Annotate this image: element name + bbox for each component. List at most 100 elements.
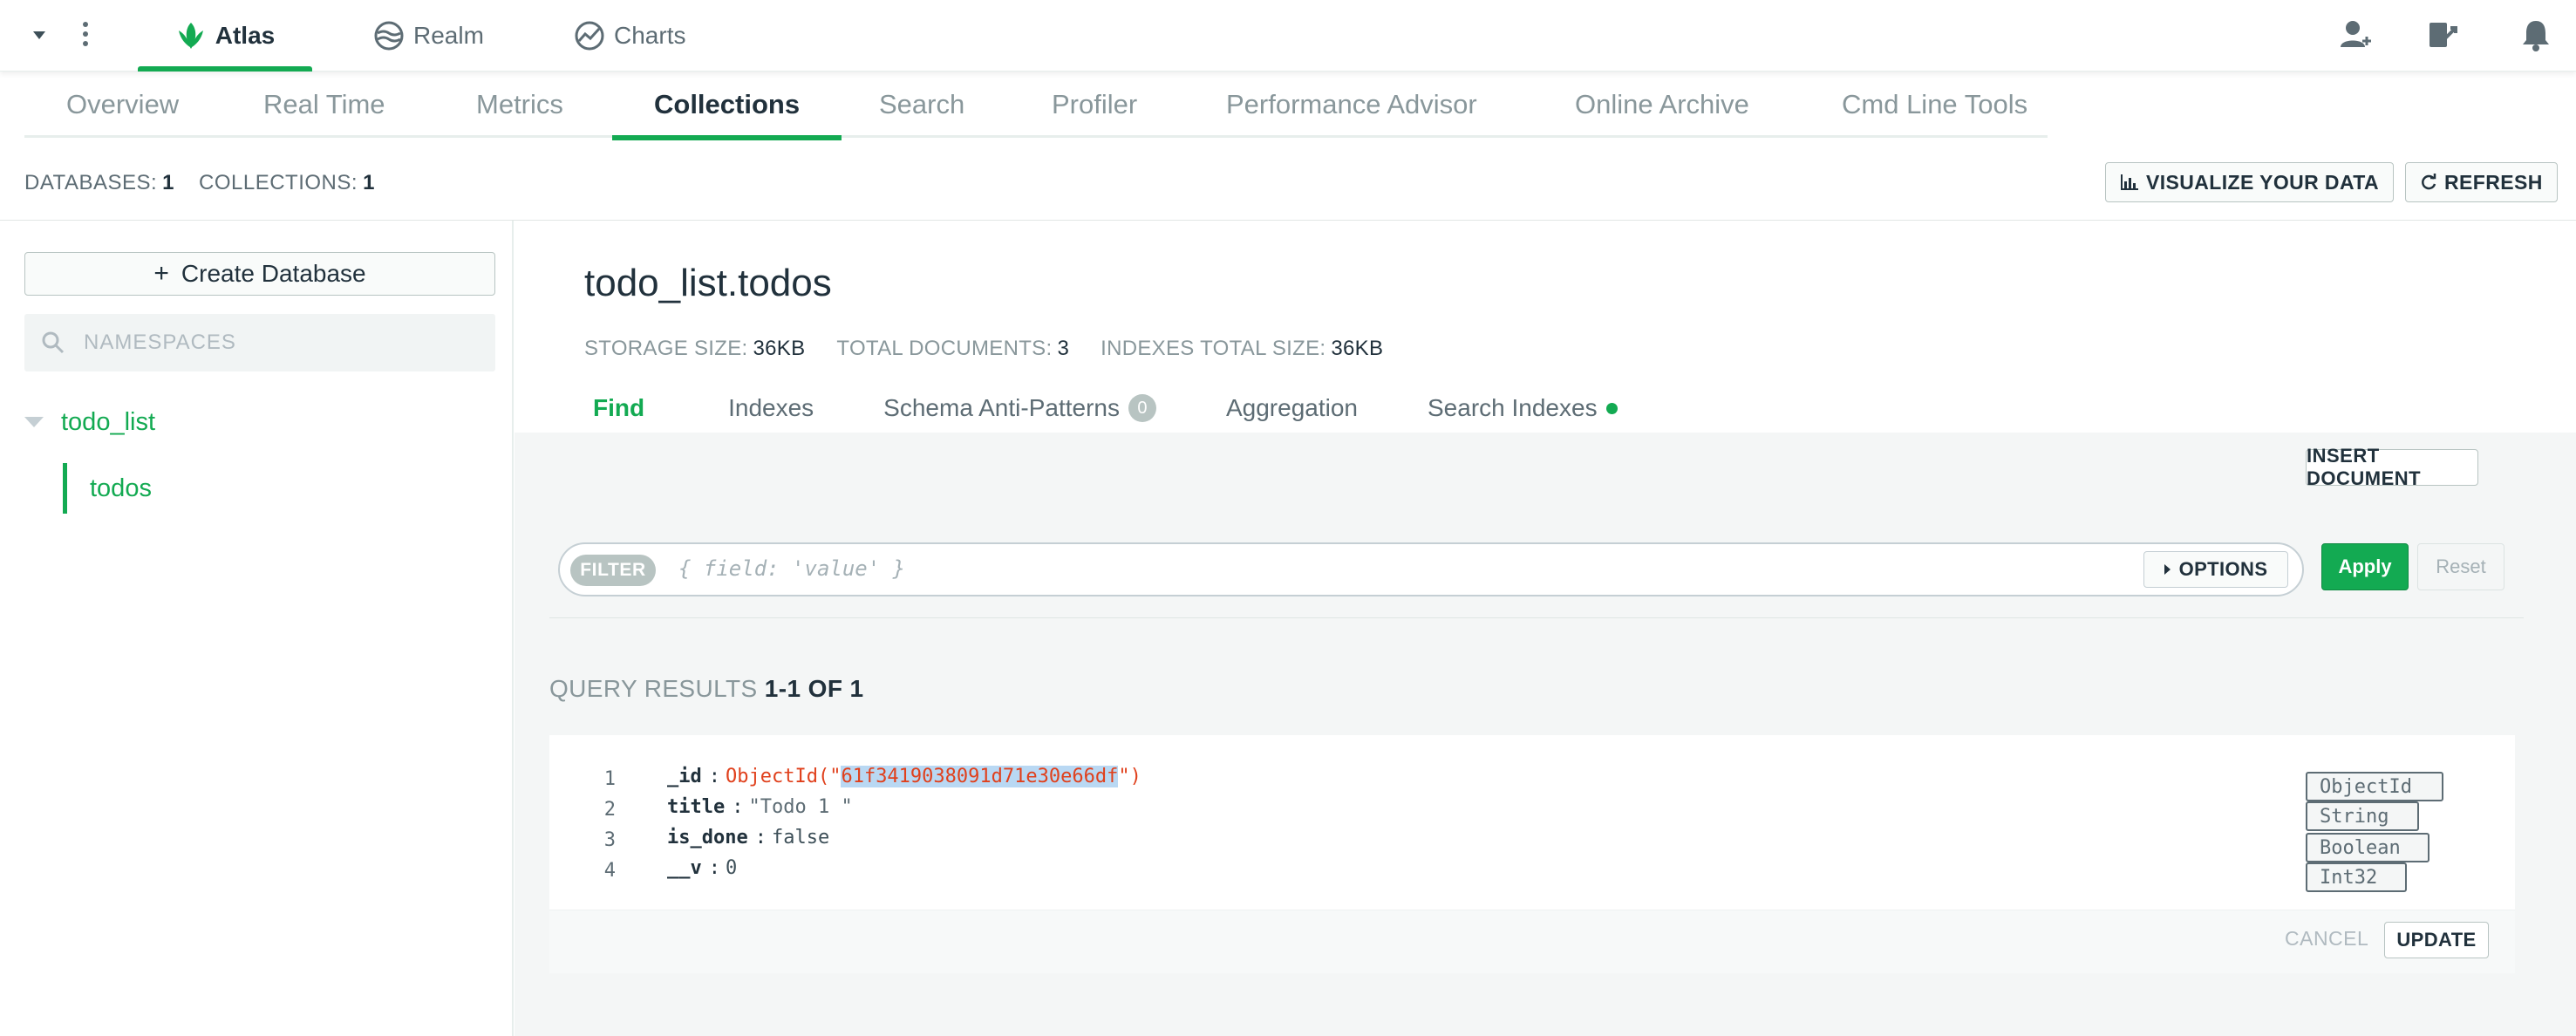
options-button[interactable]: OPTIONS — [2143, 551, 2288, 588]
field-value-string[interactable]: "Todo 1 " — [748, 796, 852, 818]
tab-search-indexes[interactable]: Search Indexes — [1393, 384, 1653, 433]
nav-profiler[interactable]: Profiler — [1010, 72, 1179, 138]
indexes-size-value: 36KB — [1331, 337, 1384, 360]
field-name[interactable]: _id — [667, 766, 702, 787]
type-select-boolean[interactable]: Boolean — [2306, 833, 2429, 862]
field-value-objectid[interactable]: ObjectId("61f3419038091d71e30e66df") — [726, 765, 1141, 787]
field-name[interactable]: title — [667, 796, 725, 818]
top-bar: Atlas Realm Charts — [0, 0, 2576, 72]
invite-user-icon[interactable] — [2337, 16, 2375, 54]
document-editor: 1 _id: ObjectId("61f3419038091d71e30e66d… — [549, 735, 2515, 910]
query-results-prefix: QUERY RESULTS — [549, 675, 758, 702]
query-results-label: QUERY RESULTS 1-1 OF 1 — [549, 675, 863, 703]
more-options-icon[interactable] — [77, 19, 94, 49]
database-item-todo-list[interactable]: todo_list — [24, 400, 155, 444]
collection-tabs: Find Indexes Schema Anti-Patterns 0 Aggr… — [558, 384, 1653, 433]
plus-icon: + — [153, 259, 169, 288]
atlas-leaf-icon — [178, 23, 203, 49]
insert-document-button[interactable]: INSERT DOCUMENT — [2306, 445, 2478, 489]
field-name[interactable]: is_done — [667, 827, 748, 849]
document-edit-footer — [549, 910, 2515, 973]
collection-stats: STORAGE SIZE: 36KB TOTAL DOCUMENTS: 3 INDEXE… — [584, 337, 1414, 361]
reset-button[interactable]: Reset — [2417, 543, 2504, 590]
namespace-search-placeholder: NAMESPACES — [84, 331, 236, 354]
realm-icon — [374, 21, 404, 51]
refresh-label: REFRESH — [2444, 170, 2543, 194]
field-value-int[interactable]: 0 — [726, 857, 737, 879]
type-select-objectid[interactable]: ObjectId — [2306, 772, 2443, 801]
caret-right-icon — [2164, 564, 2171, 575]
product-tab-charts[interactable]: Charts — [574, 0, 685, 72]
section-nav: Overview Real Time Metrics Collections S… — [24, 72, 2048, 140]
databases-count: 1 — [162, 171, 175, 194]
divider — [549, 617, 2524, 618]
nav-overview[interactable]: Overview — [24, 72, 221, 138]
visualize-data-button[interactable]: VISUALIZE YOUR DATA — [2105, 162, 2395, 202]
storage-size-value: 36KB — [753, 337, 806, 360]
query-results-range: 1-1 OF 1 — [764, 675, 864, 702]
product-tab-label: Realm — [413, 22, 484, 49]
tab-find[interactable]: Find — [558, 384, 693, 433]
collection-item-todos[interactable]: todos — [63, 463, 152, 514]
total-documents-value: 3 — [1057, 337, 1070, 360]
filter-bar: FILTER { field: 'value' } OPTIONS — [558, 542, 2304, 596]
org-dropdown-caret-icon[interactable] — [30, 25, 49, 44]
line-number: 2 — [603, 799, 616, 821]
selected-text: 61f3419038091d71e30e66df — [841, 765, 1119, 787]
total-documents-label: TOTAL DOCUMENTS: — [836, 337, 1053, 360]
nav-search[interactable]: Search — [837, 72, 1006, 138]
create-database-button[interactable]: + Create Database — [24, 252, 495, 296]
update-button[interactable]: UPDATE — [2384, 922, 2489, 958]
databases-label: DATABASES: — [24, 171, 158, 194]
document-field-is-done[interactable]: is_done: false — [667, 822, 829, 852]
charts-icon — [575, 21, 604, 51]
status-dot — [1605, 402, 1618, 414]
nav-performance-advisor[interactable]: Performance Advisor — [1184, 72, 1519, 138]
nav-cmd-line-tools[interactable]: Cmd Line Tools — [1800, 72, 2069, 138]
nav-real-time[interactable]: Real Time — [221, 72, 427, 138]
apply-button[interactable]: Apply — [2321, 543, 2409, 590]
tab-aggregation[interactable]: Aggregation — [1191, 384, 1393, 433]
schema-count-badge: 0 — [1128, 394, 1156, 422]
document-field-title[interactable]: title: "Todo 1 " — [667, 792, 853, 821]
line-number: 4 — [603, 860, 616, 882]
organization-access-icon[interactable] — [2424, 16, 2463, 54]
line-number: 3 — [603, 829, 616, 851]
type-select-string[interactable]: String — [2306, 801, 2419, 831]
field-name[interactable]: __v — [667, 857, 702, 879]
nav-online-archive[interactable]: Online Archive — [1533, 72, 1791, 138]
filter-input[interactable]: { field: 'value' } — [678, 556, 905, 581]
indexes-size-label: INDEXES TOTAL SIZE: — [1101, 337, 1326, 360]
collections-count: 1 — [363, 171, 375, 194]
line-number: 1 — [603, 768, 616, 790]
options-label: OPTIONS — [2178, 558, 2268, 580]
refresh-button[interactable]: REFRESH — [2405, 162, 2558, 202]
cancel-button[interactable]: CANCEL — [2285, 927, 2368, 951]
search-icon — [42, 331, 65, 354]
document-field-id[interactable]: _id: ObjectId("61f3419038091d71e30e66df"… — [667, 761, 1141, 791]
namespace-search-input[interactable]: NAMESPACES — [24, 314, 495, 371]
tab-schema-label: Schema Anti-Patterns — [883, 394, 1120, 421]
create-database-label: Create Database — [181, 260, 366, 287]
tab-schema-anti-patterns[interactable]: Schema Anti-Patterns 0 — [848, 384, 1191, 433]
expand-caret-icon[interactable] — [24, 417, 44, 427]
tab-indexes[interactable]: Indexes — [693, 384, 848, 433]
storage-size-label: STORAGE SIZE: — [584, 337, 748, 360]
nav-metrics[interactable]: Metrics — [434, 72, 605, 138]
product-tab-atlas[interactable]: Atlas — [138, 0, 312, 72]
tab-search-indexes-label: Search Indexes — [1428, 394, 1598, 421]
namespace-sidebar: + Create Database NAMESPACES todo_list t… — [0, 221, 514, 1036]
document-field-v[interactable]: __v: 0 — [667, 853, 737, 883]
filter-pill: FILTER — [570, 555, 656, 586]
product-tab-label: Charts — [614, 22, 686, 49]
field-value-boolean[interactable]: false — [772, 827, 829, 849]
product-tab-label: Atlas — [215, 22, 276, 49]
type-select-int32[interactable]: Int32 — [2306, 862, 2407, 892]
product-tab-realm[interactable]: Realm — [373, 0, 484, 72]
visualize-data-label: VISUALIZE YOUR DATA — [2146, 170, 2380, 194]
collections-label: COLLECTIONS: — [199, 171, 358, 194]
notifications-bell-icon[interactable] — [2517, 16, 2555, 54]
nav-collections[interactable]: Collections — [612, 72, 842, 140]
bar-chart-icon — [2121, 174, 2138, 190]
collection-namespace-title: todo_list.todos — [584, 262, 832, 304]
